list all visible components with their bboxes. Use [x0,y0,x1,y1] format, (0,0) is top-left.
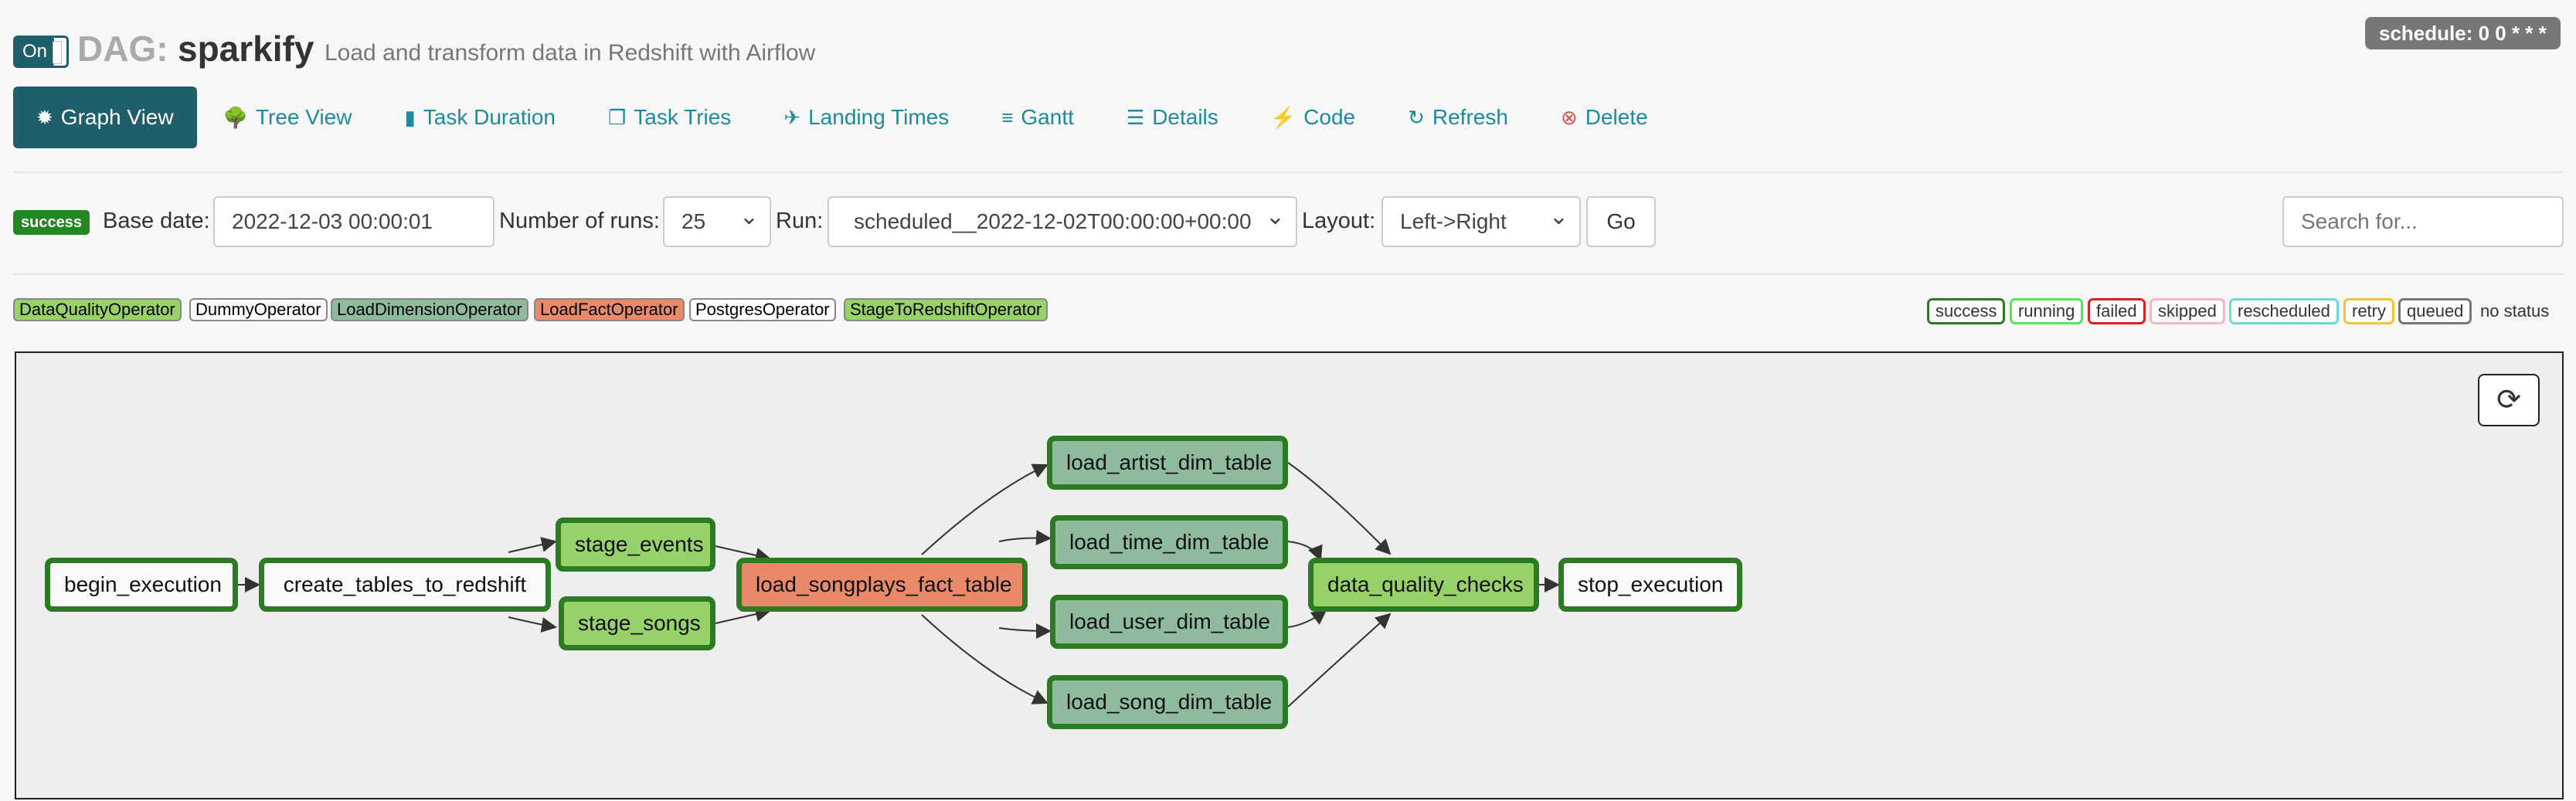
tab-landing-times[interactable]: ✈ Landing Times [757,87,975,148]
refresh-link[interactable]: ↻ Refresh [1381,87,1534,148]
divider [13,171,2563,173]
legend-state-success: success [1927,298,2006,324]
bar-chart-icon: ▮ [404,105,416,129]
edge-artist-dq [1287,462,1392,555]
dag-state-badge: success [13,210,90,235]
node-load-user-dim-table[interactable]: load_user_dim_table [1050,595,1288,649]
tab-details[interactable]: ☰ Details [1100,87,1245,148]
layout-label: Layout: [1302,209,1376,233]
legend-operator-loadfact: LoadFactOperator [534,298,685,321]
number-of-runs-select[interactable]: 25 [663,193,771,247]
dag-name: sparkify [178,29,314,69]
toggle-knob [53,41,62,64]
tab-label: Gantt [1021,105,1074,129]
flash-icon: ⚡ [1270,105,1296,129]
tab-code[interactable]: ⚡ Code [1245,87,1381,148]
edge-stage-events-fact [715,545,771,563]
tab-label: Graph View [60,105,174,129]
base-date-input[interactable]: 2022-12-03 00:00:01 [213,196,494,247]
legend-operator-loaddimension: LoadDimensionOperator [331,298,528,321]
search-input[interactable] [2282,196,2564,247]
node-create-tables-to-redshift[interactable]: create_tables_to_redshift [259,558,551,612]
number-of-runs-label: Number of runs: [499,209,660,233]
tab-task-tries[interactable]: ❐ Task Tries [582,87,757,148]
node-data-quality-checks[interactable]: data_quality_checks [1308,558,1539,612]
tab-graph-view[interactable]: ✹ Graph View [13,87,197,148]
edge-fact-time [998,530,1052,546]
edge-user-dq [1287,609,1327,628]
run-value: scheduled__2022-12-02T00:00:00+00:00 [854,209,1252,233]
legend-state-skipped: skipped [2149,298,2225,324]
tab-label: Landing Times [808,105,950,129]
edge-fact-user [998,623,1052,639]
toggle-on-label: On [15,38,54,66]
tab-label: Code [1303,105,1356,129]
schedule-badge: schedule: 0 0 * * * [2365,17,2561,49]
legend-operator-stagetoredshift: StageToRedshiftOperator [844,298,1048,321]
run-select[interactable]: scheduled__2022-12-02T00:00:00+00:00 [828,193,1297,247]
align-left-icon: ≡ [1001,105,1014,129]
asterisk-icon: ✹ [36,105,53,129]
tab-label: Tree View [255,105,352,129]
tab-gantt[interactable]: ≡ Gantt [975,87,1100,148]
tab-label: Task Tries [634,105,732,129]
number-of-runs-value: 25 [681,209,706,233]
node-stage-events[interactable]: stage_events [556,518,715,572]
layout-select[interactable]: Left->Right [1381,193,1581,247]
run-label: Run: [776,209,824,233]
tab-label: Details [1152,105,1218,129]
base-date-label: Base date: [103,209,210,233]
node-load-song-dim-table[interactable]: load_song_dim_table [1047,675,1288,729]
layout-value: Left->Right [1400,209,1507,233]
dag-prefix: DAG: [77,29,168,69]
edge-fact-song [921,614,1048,704]
delete-circle-icon: ⊗ [1560,105,1578,129]
tab-label: Refresh [1432,105,1508,129]
edge-fact-artist [921,463,1048,555]
node-stage-songs[interactable]: stage_songs [559,596,715,650]
go-button[interactable]: Go [1586,196,1656,247]
legend-state-running: running [2010,298,2084,324]
dag-on-off-toggle[interactable]: On [13,36,69,68]
legend-operator-dataquality: DataQualityOperator [13,298,182,321]
legend-no-status: no status [2480,301,2550,321]
tree-icon: 🌳 [223,105,248,129]
dag-description: Load and transform data in Redshift with… [325,40,816,66]
list-icon: ☰ [1126,105,1145,129]
legend-state-retry: retry [2343,298,2394,324]
delete-link[interactable]: ⊗ Delete [1534,87,1674,148]
edge-stage-songs-fact [715,606,771,624]
refresh-icon: ⟳ [2496,384,2521,416]
legend-state-failed: failed [2088,298,2146,324]
edge-create-stage-songs [508,616,557,633]
edge-song-dq [1287,613,1392,708]
legend-operator-dummy: DummyOperator [189,298,328,321]
tab-label: Delete [1585,105,1648,129]
files-icon: ❐ [607,105,627,129]
edge-create-stage-events [508,537,557,553]
legend-operator-postgres: PostgresOperator [689,298,836,321]
tab-tree-view[interactable]: 🌳 Tree View [197,87,379,148]
graph-refresh-button[interactable]: ⟳ [2478,374,2540,426]
tab-task-duration[interactable]: ▮ Task Duration [378,87,582,148]
dag-view-nav: ✹ Graph View 🌳 Tree View ▮ Task Duration… [13,87,1674,148]
divider [13,273,2563,275]
legend-state-rescheduled: rescheduled [2229,298,2339,324]
node-begin-execution[interactable]: begin_execution [45,558,238,612]
dag-graph-canvas[interactable]: begin_execution create_tables_to_redshif… [15,351,2564,799]
plane-icon: ✈ [783,105,801,129]
node-load-time-dim-table[interactable]: load_time_dim_table [1050,515,1288,569]
legend-state-queued: queued [2398,298,2472,324]
node-load-artist-dim-table[interactable]: load_artist_dim_table [1047,436,1288,490]
node-load-songplays-fact-table[interactable]: load_songplays_fact_table [736,558,1028,612]
refresh-icon: ↻ [1408,105,1425,129]
node-stop-execution[interactable]: stop_execution [1558,558,1742,612]
tab-label: Task Duration [423,105,556,129]
